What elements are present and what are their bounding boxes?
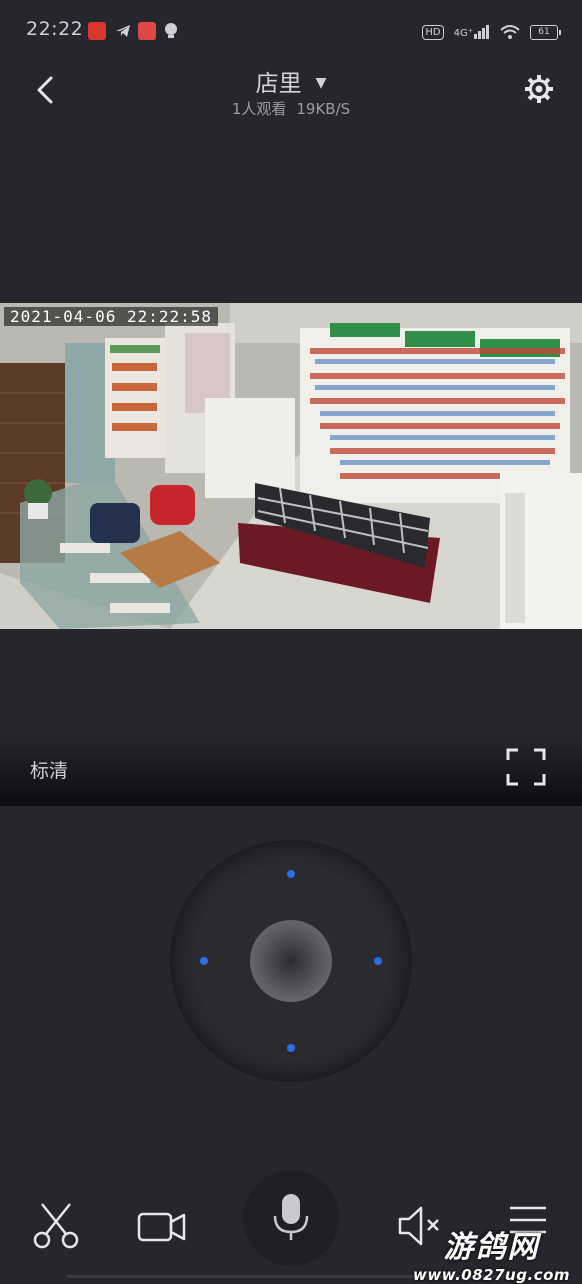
device-title-selector[interactable]: 店里 ▼ bbox=[0, 64, 582, 98]
talk-button[interactable] bbox=[243, 1170, 339, 1266]
hd-badge: HD bbox=[422, 24, 444, 40]
camera-video-feed[interactable]: 2021-04-06 22:22:58 bbox=[0, 303, 582, 629]
viewer-count: 1人观看 bbox=[231, 100, 287, 118]
telegram-icon bbox=[116, 25, 130, 37]
fullscreen-icon[interactable] bbox=[506, 748, 546, 786]
status-time: 22:22 bbox=[26, 18, 84, 40]
watermark-brand: 游鸽网 bbox=[443, 1230, 540, 1265]
status-bar: 22:22 HD 4G⁺ 61 bbox=[0, 0, 582, 62]
ptz-left-indicator[interactable] bbox=[200, 957, 208, 965]
ptz-direction-pad[interactable] bbox=[170, 840, 412, 1082]
top-bar: 店里 ▼ 1人观看 19KB/S bbox=[0, 62, 582, 122]
status-indicators: HD 4G⁺ 61 bbox=[422, 22, 561, 42]
battery-icon: 61 bbox=[530, 24, 561, 40]
ptz-down-indicator[interactable] bbox=[287, 1044, 295, 1052]
signal-icon: 4G⁺ bbox=[454, 25, 490, 39]
watermark: 游鸽网 www.0827ug.com bbox=[413, 1222, 570, 1284]
video-control-bar: 标清 bbox=[0, 734, 582, 806]
ptz-center-button[interactable] bbox=[250, 920, 332, 1002]
dropdown-caret-icon[interactable]: ▼ bbox=[316, 75, 327, 91]
microphone-icon[interactable] bbox=[269, 1192, 313, 1244]
video-timestamp: 2021-04-06 22:22:58 bbox=[4, 307, 219, 326]
device-title[interactable]: 店里 bbox=[256, 64, 302, 98]
watermark-url: www.0827ug.com bbox=[413, 1266, 570, 1284]
bulb-icon bbox=[165, 23, 177, 38]
ptz-up-indicator[interactable] bbox=[287, 870, 295, 878]
ptz-right-indicator[interactable] bbox=[374, 957, 382, 965]
camera-scene-image bbox=[0, 303, 582, 629]
screenshot-scissors-icon[interactable] bbox=[30, 1200, 82, 1252]
stream-info: 1人观看 19KB/S bbox=[0, 98, 582, 119]
record-video-icon[interactable] bbox=[136, 1200, 188, 1252]
app-notification-icon-2 bbox=[138, 22, 156, 40]
settings-gear-icon[interactable] bbox=[522, 72, 556, 106]
quality-selector[interactable]: 标清 bbox=[30, 756, 68, 783]
app-notification-icon bbox=[88, 22, 106, 40]
wifi-icon bbox=[500, 24, 520, 39]
bitrate: 19KB/S bbox=[296, 100, 351, 118]
